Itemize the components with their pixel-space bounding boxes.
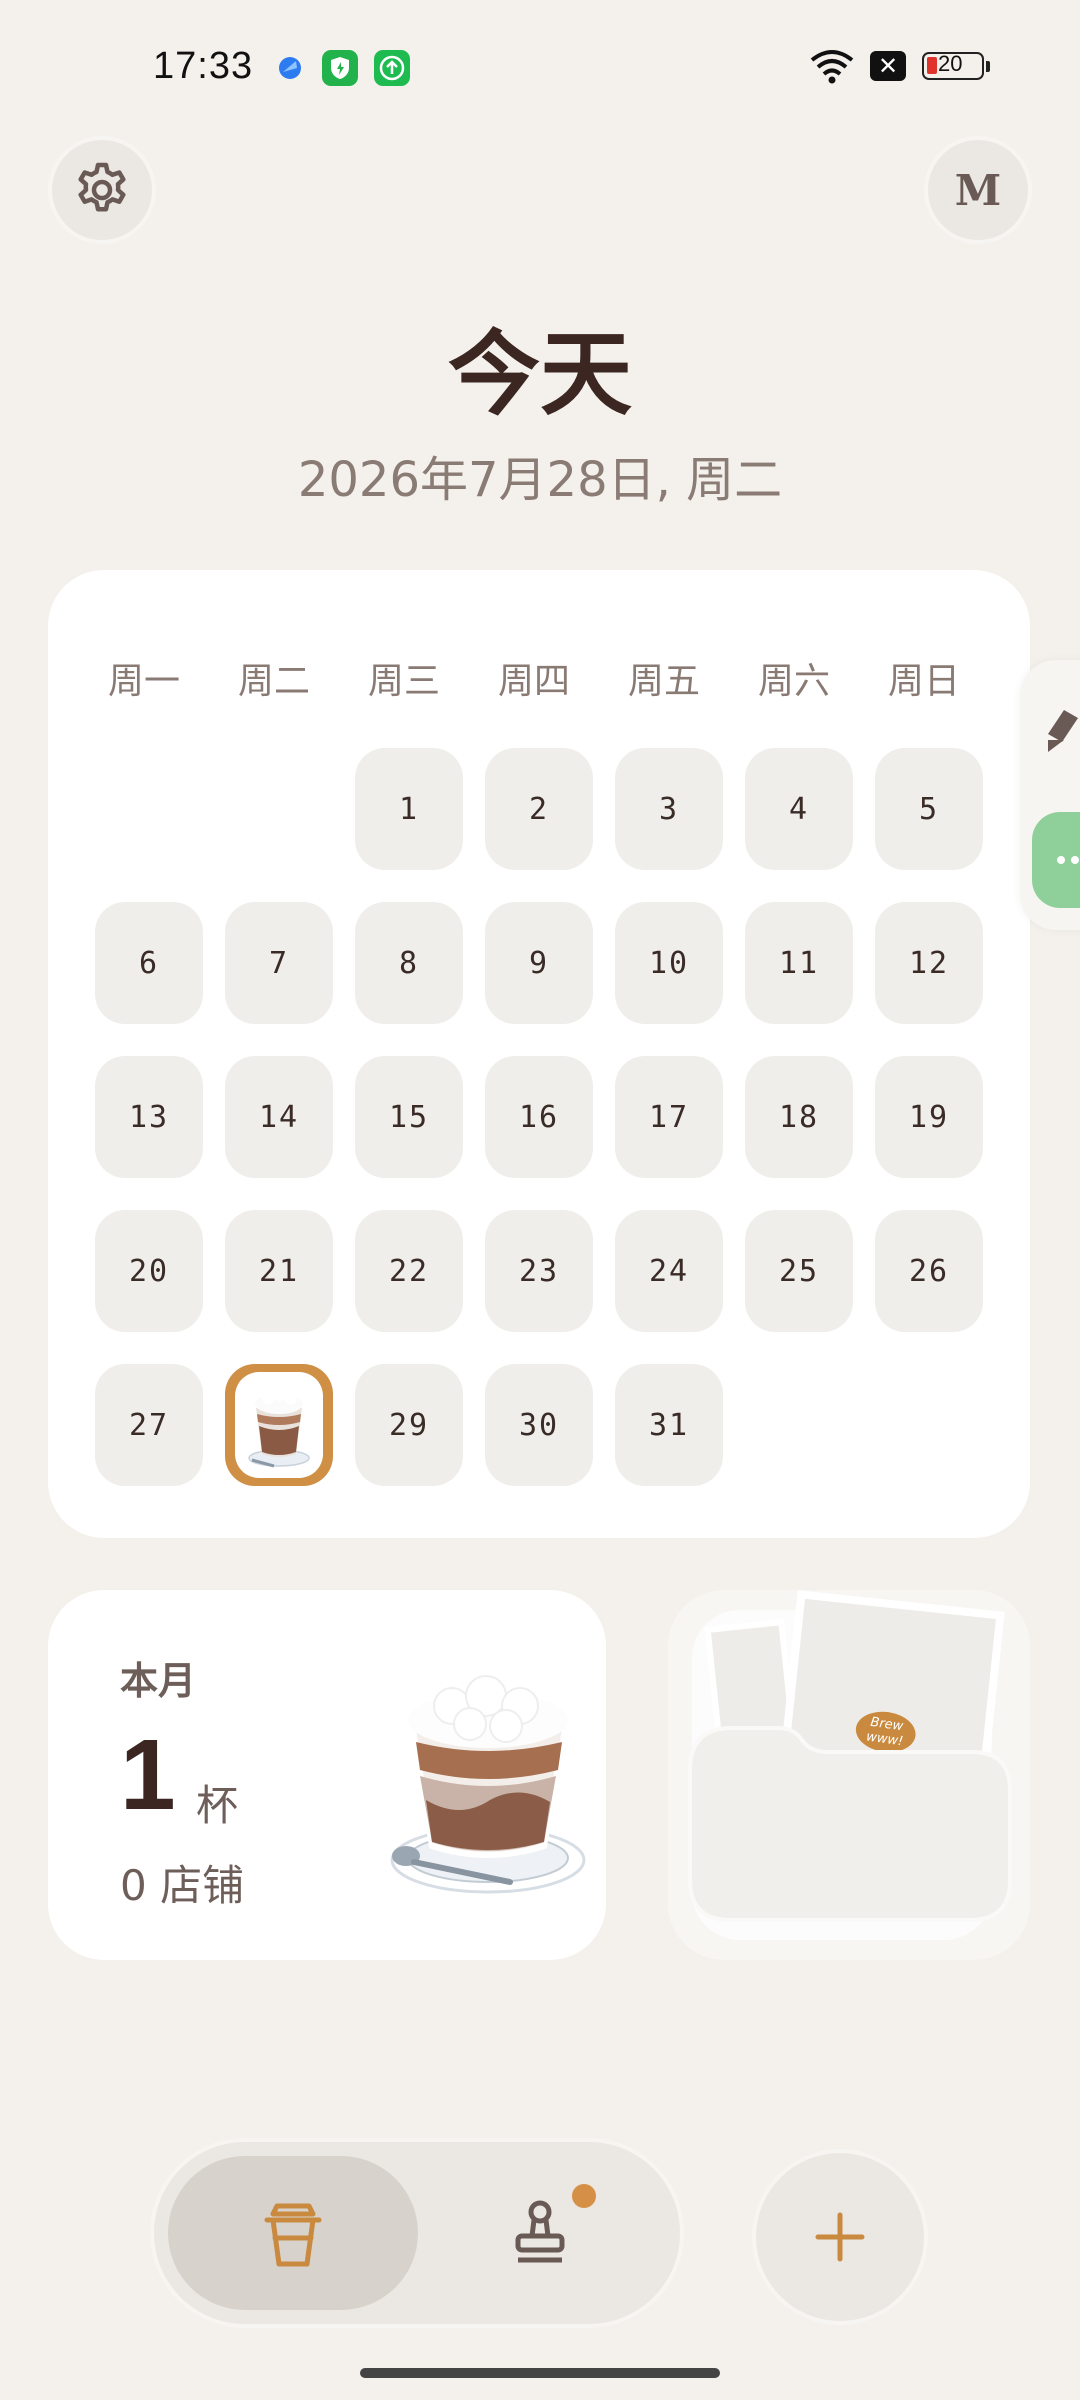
side-more-button[interactable] — [1032, 812, 1080, 908]
calendar-day[interactable]: 18 — [745, 1056, 853, 1178]
calendar-day[interactable]: 21 — [225, 1210, 333, 1332]
calendar-day[interactable]: 17 — [615, 1056, 723, 1178]
monthly-stats-card[interactable]: 本月 1 杯 0 店铺 — [48, 1590, 606, 1960]
calendar-day[interactable]: 14 — [225, 1056, 333, 1178]
stats-shop-count: 0 店铺 — [120, 1861, 245, 1910]
notification-badge — [572, 2184, 596, 2208]
coffee-cup-image — [390, 1675, 586, 1894]
weekday-fri: 周五 — [627, 661, 700, 702]
settings-button[interactable] — [52, 140, 152, 240]
calendar-day[interactable]: 27 — [95, 1364, 203, 1486]
calendar-day[interactable]: 19 — [875, 1056, 983, 1178]
avatar-letter: M — [954, 165, 1002, 215]
calendar-day[interactable]: 23 — [485, 1210, 593, 1332]
weekday-wed: 周三 — [367, 661, 440, 702]
coffee-folder-card[interactable]: Brew www! — [668, 1590, 1030, 1960]
calendar-day[interactable]: 10 — [615, 902, 723, 1024]
coffee-cup-thumbnail — [235, 1372, 323, 1478]
calendar-day[interactable]: 29 — [355, 1364, 463, 1486]
calendar-day[interactable]: 26 — [875, 1210, 983, 1332]
calendar-day[interactable]: 2 — [485, 748, 593, 870]
weekday-tue: 周二 — [237, 661, 310, 702]
stats-label: 本月 — [120, 1659, 197, 1703]
calendar-day[interactable]: 24 — [615, 1210, 723, 1332]
battery-tip — [986, 61, 990, 72]
stats-cup-unit: 杯 — [196, 1781, 239, 1830]
nav-tab-stamps[interactable] — [505, 2196, 575, 2272]
status-time: 17:33 — [153, 45, 254, 87]
calendar-day[interactable]: 30 — [485, 1364, 593, 1486]
calendar-day[interactable]: 12 — [875, 902, 983, 1024]
app-notification-icon — [279, 57, 301, 79]
shield-icon — [322, 50, 358, 86]
calendar-day[interactable]: 25 — [745, 1210, 853, 1332]
calendar-day[interactable]: 7 — [225, 902, 333, 1024]
battery-icon: 20 — [922, 51, 984, 80]
stats-cup-count: 1 — [120, 1719, 176, 1831]
calendar-day-today[interactable] — [225, 1364, 333, 1486]
status-bar: 17:33 ✕ 20 — [0, 0, 1080, 140]
weekday-sat: 周六 — [757, 661, 830, 702]
calendar-day[interactable]: 6 — [95, 902, 203, 1024]
more-dots-icon — [1057, 856, 1079, 864]
close-box-icon: ✕ — [870, 51, 906, 81]
calendar-day[interactable]: 20 — [95, 1210, 203, 1332]
stamp-icon — [515, 2200, 565, 2263]
add-button[interactable] — [756, 2153, 924, 2321]
calendar-day[interactable]: 1 — [355, 748, 463, 870]
calendar-day[interactable]: 5 — [875, 748, 983, 870]
calendar-day[interactable]: 22 — [355, 1210, 463, 1332]
upload-icon — [374, 50, 410, 86]
page-title: 今天 — [447, 321, 632, 428]
date-subtitle: 2026年7月28日, 周二 — [297, 452, 783, 508]
calendar-day[interactable]: 15 — [355, 1056, 463, 1178]
weekday-sun: 周日 — [887, 661, 960, 702]
coffee-cup-icon — [248, 1387, 310, 1468]
side-tool-icon — [1048, 710, 1078, 752]
folder-icon: Brew www! — [688, 1590, 1012, 1940]
cup-icon — [258, 2196, 328, 2272]
home-indicator[interactable] — [360, 2368, 720, 2378]
calendar-day[interactable]: 13 — [95, 1056, 203, 1178]
calendar-day[interactable]: 4 — [745, 748, 853, 870]
calendar-day[interactable]: 3 — [615, 748, 723, 870]
weekday-mon: 周一 — [107, 661, 180, 702]
gear-icon — [78, 162, 126, 212]
calendar-day[interactable]: 16 — [485, 1056, 593, 1178]
plus-icon — [815, 2212, 865, 2262]
profile-avatar-button[interactable]: M — [928, 140, 1028, 240]
weekday-thu: 周四 — [497, 661, 570, 702]
calendar-day[interactable]: 11 — [745, 902, 853, 1024]
calendar-day[interactable]: 31 — [615, 1364, 723, 1486]
calendar-card: 周一 周二 周三 周四 周五 周六 周日 1 2 3 4 5 6 7 8 9 1… — [48, 570, 1030, 1538]
calendar-day[interactable]: 8 — [355, 902, 463, 1024]
calendar-day[interactable]: 9 — [485, 902, 593, 1024]
wifi-icon — [810, 50, 854, 84]
battery-level: 20 — [938, 51, 963, 76]
